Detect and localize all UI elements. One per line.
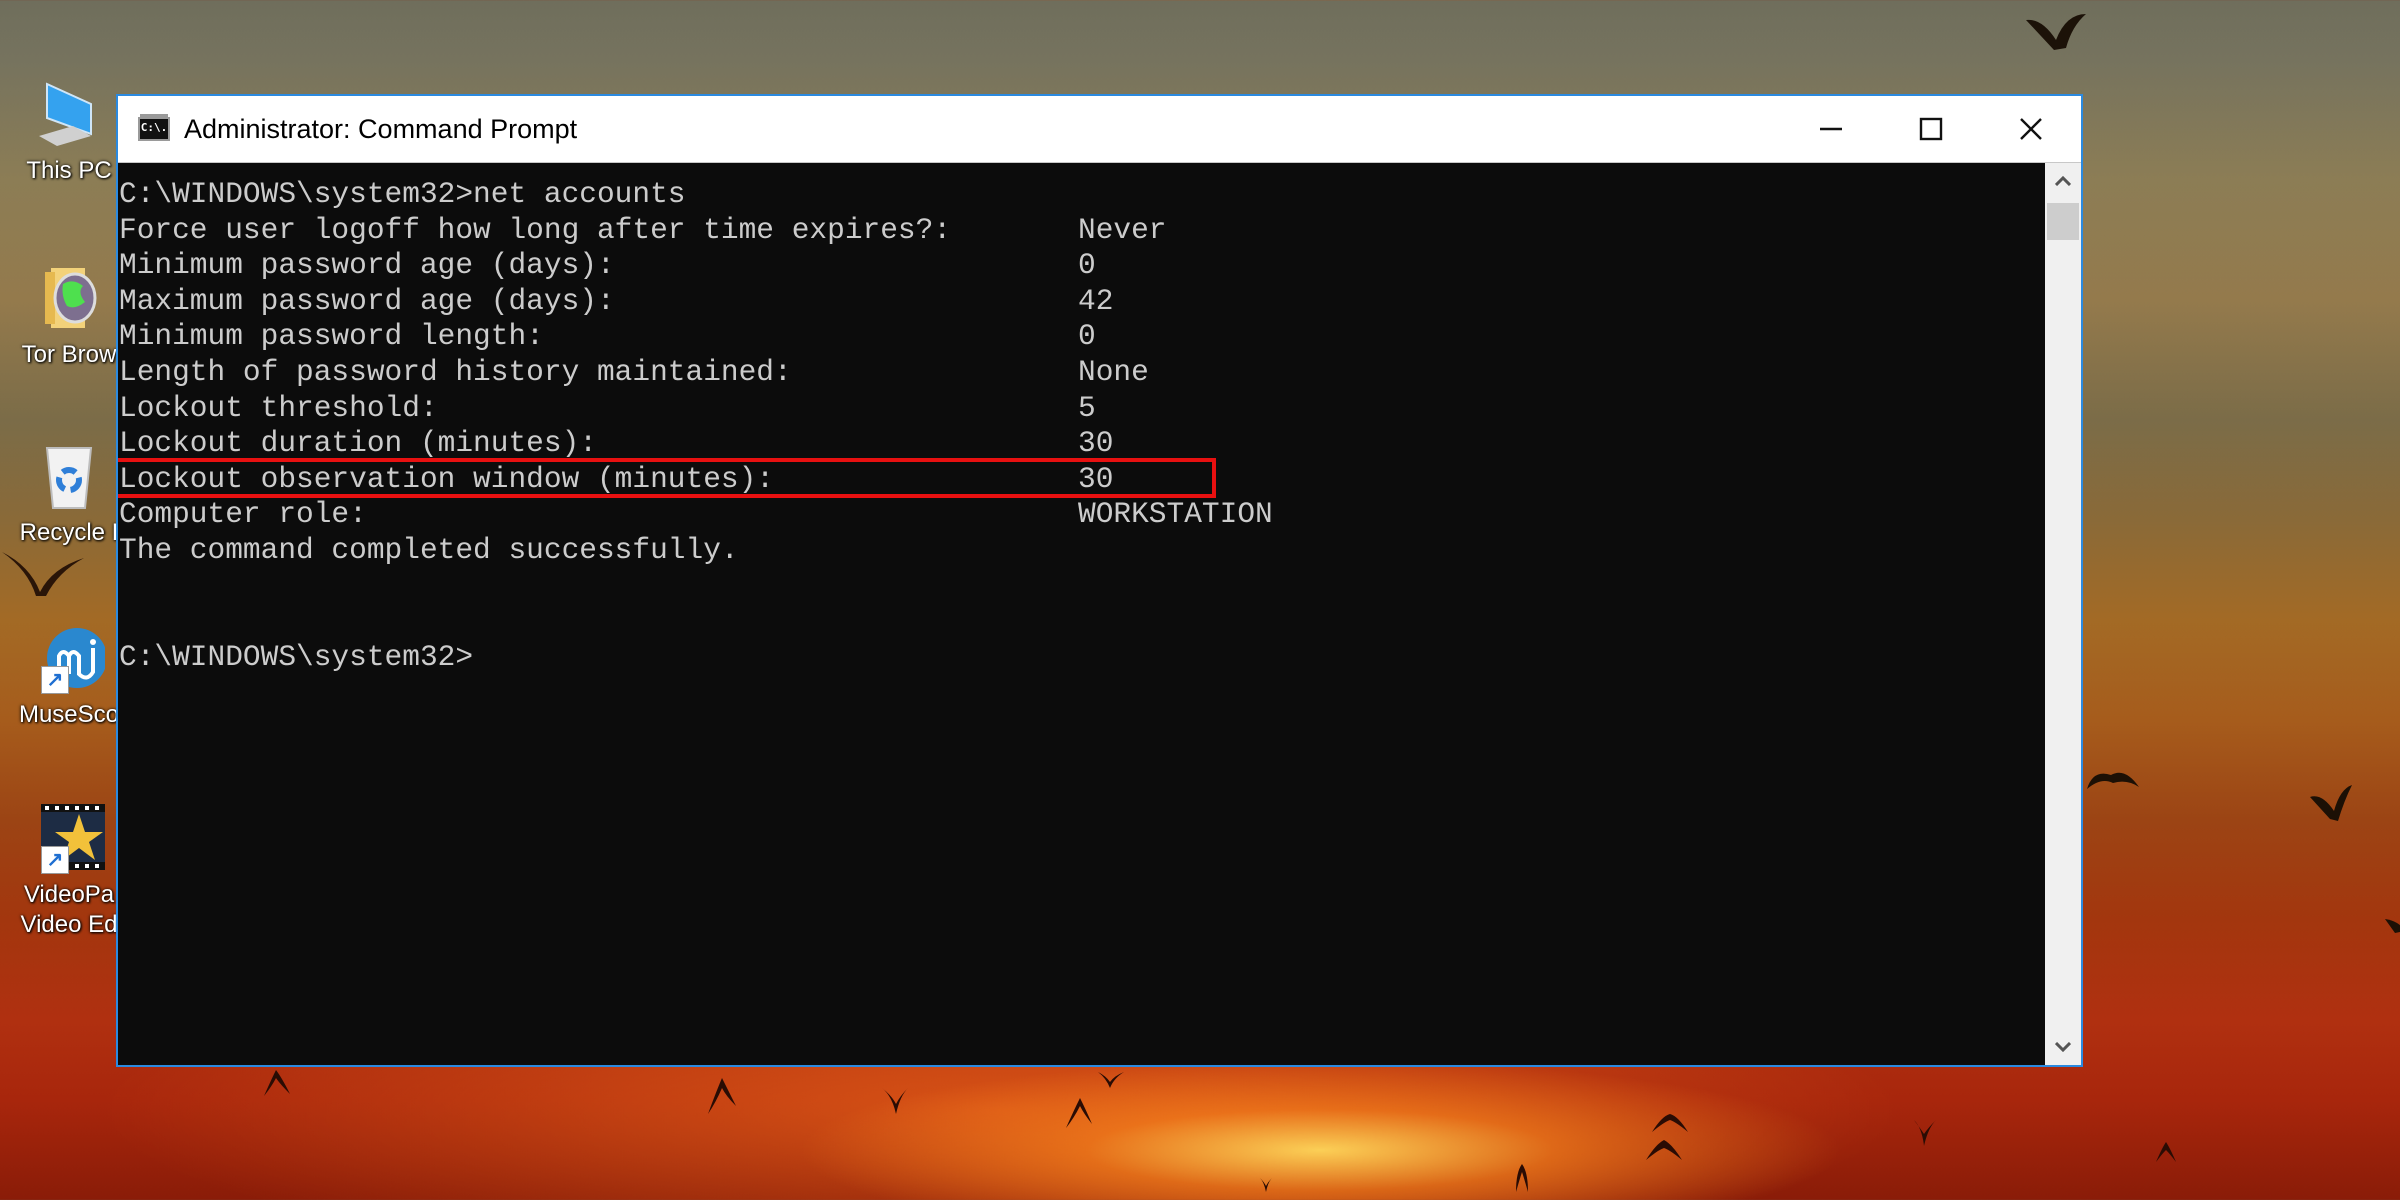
desktop-icon-tor-browser[interactable]: Tor Brow bbox=[4, 262, 134, 370]
shortcut-arrow-icon: ↗ bbox=[41, 666, 69, 694]
setting-value: 42 bbox=[1078, 283, 1114, 318]
console-output[interactable]: C:\WINDOWS\system32>net accounts Force us… bbox=[118, 163, 2043, 1065]
bird-silhouette bbox=[1644, 1138, 1684, 1162]
close-button[interactable] bbox=[1981, 96, 2081, 162]
status-message: The command completed successfully. bbox=[119, 532, 739, 567]
setting-label: Lockout threshold: bbox=[119, 390, 438, 425]
bird-silhouette bbox=[0, 548, 90, 598]
output-row-highlighted: Lockout observation window (minutes): 30 bbox=[118, 457, 2043, 498]
command-prompt-window[interactable]: C:\. Administrator: Command Prompt C:\WI… bbox=[116, 94, 2083, 1067]
desktop-icon-musescore[interactable]: ↗ MuseSco bbox=[4, 622, 134, 730]
output-row: Minimum password age (days): 0 bbox=[119, 248, 2043, 284]
window-title: Administrator: Command Prompt bbox=[184, 113, 578, 144]
bird-silhouette bbox=[262, 1068, 292, 1098]
output-row: Maximum password age (days): 42 bbox=[119, 284, 2043, 320]
bird-silhouette bbox=[1064, 1096, 1094, 1130]
desktop-icon-this-pc[interactable]: This PC bbox=[4, 78, 134, 186]
output-row: Computer role: WORKSTATION bbox=[119, 497, 2043, 533]
setting-label: Lockout observation window (minutes): bbox=[119, 461, 775, 496]
setting-value: Never bbox=[1078, 212, 1167, 247]
setting-label: Minimum password age (days): bbox=[119, 248, 615, 283]
maximize-icon bbox=[1919, 117, 1943, 141]
setting-value: WORKSTATION bbox=[1078, 497, 1273, 532]
close-icon bbox=[2020, 118, 2042, 140]
setting-label: Lockout duration (minutes): bbox=[119, 426, 597, 461]
scroll-up-button[interactable] bbox=[2045, 163, 2081, 199]
output-row: Lockout duration (minutes): 30 bbox=[119, 426, 2043, 462]
bird-silhouette bbox=[2085, 765, 2141, 795]
bird-silhouette bbox=[2022, 8, 2092, 54]
videopad-icon: ↗ bbox=[33, 802, 109, 874]
title-bar[interactable]: C:\. Administrator: Command Prompt bbox=[118, 96, 2081, 163]
setting-value: None bbox=[1078, 354, 1149, 389]
vertical-scrollbar[interactable] bbox=[2045, 163, 2081, 1065]
musescore-icon: ↗ bbox=[33, 622, 107, 694]
setting-value: 30 bbox=[1078, 461, 1114, 496]
tor-browser-folder-icon bbox=[33, 262, 105, 334]
bird-silhouette bbox=[1258, 1176, 1274, 1194]
setting-label: Minimum password length: bbox=[119, 319, 544, 354]
setting-value: 5 bbox=[1078, 390, 1096, 425]
desktop-icon-videopad[interactable]: ↗ VideoPa Video Ed bbox=[4, 802, 134, 940]
this-pc-icon bbox=[33, 78, 105, 150]
scrollbar-thumb[interactable] bbox=[2047, 203, 2079, 240]
shortcut-arrow-icon: ↗ bbox=[41, 846, 69, 874]
chevron-up-icon bbox=[2055, 176, 2071, 186]
output-row: Length of password history maintained: No… bbox=[119, 355, 2043, 391]
bird-silhouette bbox=[706, 1076, 738, 1116]
bird-silhouette bbox=[2308, 783, 2354, 823]
output-row: Minimum password length: 0 bbox=[119, 319, 2043, 355]
chevron-down-icon bbox=[2055, 1042, 2071, 1052]
setting-label: Computer role: bbox=[119, 497, 367, 532]
command-line: C:\WINDOWS\system32>net accounts bbox=[119, 177, 686, 211]
maximize-button[interactable] bbox=[1881, 96, 1981, 162]
bird-silhouette bbox=[1512, 1162, 1532, 1192]
minimize-icon bbox=[1820, 127, 1842, 131]
output-row: Force user logoff how long after time ex… bbox=[119, 213, 2043, 249]
bird-silhouette bbox=[2154, 1140, 2178, 1164]
bird-silhouette bbox=[1650, 1112, 1690, 1136]
recycle-bin-icon bbox=[33, 440, 105, 512]
command-prompt-app-icon[interactable]: C:\. bbox=[138, 114, 170, 141]
command-prompt-line[interactable]: C:\WINDOWS\system32> bbox=[119, 640, 2043, 676]
setting-label: Length of password history maintained: bbox=[119, 354, 792, 389]
bird-silhouette bbox=[880, 1086, 910, 1116]
bird-silhouette bbox=[1096, 1070, 1126, 1090]
output-row: Lockout threshold: 5 bbox=[119, 391, 2043, 427]
minimize-button[interactable] bbox=[1781, 96, 1881, 162]
setting-label: Maximum password age (days): bbox=[119, 283, 615, 318]
setting-value: 0 bbox=[1078, 319, 1096, 354]
setting-label: Force user logoff how long after time ex… bbox=[119, 212, 952, 247]
desktop-icon-recycle-bin[interactable]: Recycle I bbox=[4, 440, 134, 548]
bird-silhouette bbox=[2385, 915, 2400, 935]
bird-silhouette bbox=[1912, 1118, 1938, 1148]
setting-value: 0 bbox=[1078, 248, 1096, 283]
setting-value: 30 bbox=[1078, 426, 1114, 461]
scroll-down-button[interactable] bbox=[2045, 1029, 2081, 1065]
